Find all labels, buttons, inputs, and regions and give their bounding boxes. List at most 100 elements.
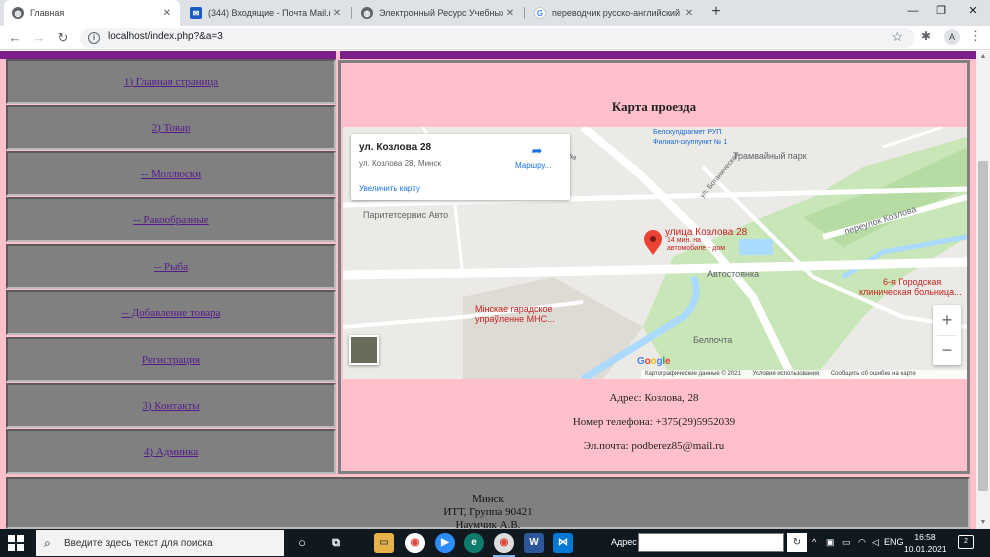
nav-link[interactable]: -- Ракообразные xyxy=(133,214,208,226)
search-icon: ⌕ xyxy=(44,536,51,550)
tab-title: Электронный Ресурс Учебных Д xyxy=(379,8,503,18)
zoom-in-button[interactable]: + xyxy=(933,305,961,335)
browser-menu-icon[interactable]: ⋮ xyxy=(969,28,982,44)
url-text[interactable]: localhost/index.php?&a=3 xyxy=(108,31,223,42)
enlarge-map-link[interactable]: Увеличить карту xyxy=(359,184,420,193)
tab-translator[interactable]: G переводчик русско-английский ✕ xyxy=(526,0,702,26)
forward-arrow-icon[interactable]: → xyxy=(30,29,48,47)
close-tab-icon[interactable]: ✕ xyxy=(682,8,696,19)
nav-item-contacts[interactable]: 3) Контакты xyxy=(6,383,336,428)
info-icon[interactable]: i xyxy=(88,32,100,44)
nav-link[interactable]: 4) Админка xyxy=(144,446,198,458)
browser-tab-strip: ◍ Главная ✕ ✉ (344) Входящие - Почта Mai… xyxy=(0,0,990,26)
wifi-icon[interactable]: ◠ xyxy=(858,537,866,548)
map-label-tram-park: Трамвайный парк xyxy=(733,151,807,161)
page-viewport: 1) Главная страница 2) Товар -- Моллюски… xyxy=(0,51,976,529)
nav-link[interactable]: -- Моллюски xyxy=(141,168,201,180)
tab-title: переводчик русско-английский xyxy=(552,8,680,18)
clock-date: 10.01.2021 xyxy=(904,544,947,554)
zoom-app-icon[interactable]: ▶ xyxy=(435,533,455,553)
page-top-strip xyxy=(0,51,976,59)
scroll-up-arrow-icon[interactable]: ▲ xyxy=(976,51,990,63)
scroll-down-arrow-icon[interactable]: ▼ xyxy=(976,517,990,529)
reload-icon[interactable]: ↻ xyxy=(54,29,72,47)
map-report-link[interactable]: Сообщить об ошибке на карте xyxy=(831,371,916,377)
nav-item-main[interactable]: 1) Главная страница xyxy=(6,59,336,104)
map-label-belkup: Белскупдрагмет РУП xyxy=(653,129,722,136)
satellite-toggle[interactable] xyxy=(349,335,379,365)
map-title: Карта проезда xyxy=(611,99,697,114)
notification-center-icon[interactable]: 2 xyxy=(958,535,974,549)
windows-taskbar: ⌕ Введите здесь текст для поиска ○ ⧉ ▭ ◉… xyxy=(0,529,990,557)
file-explorer-icon[interactable]: ▭ xyxy=(374,533,394,553)
close-tab-icon[interactable]: ✕ xyxy=(503,8,517,19)
nav-item-fish[interactable]: -- Рыба xyxy=(6,244,336,289)
minimize-button[interactable]: — xyxy=(898,0,928,22)
scroll-thumb[interactable] xyxy=(978,161,988,491)
tab-resource[interactable]: ◍ Электронный Ресурс Учебных Д ✕ xyxy=(353,0,523,26)
close-tab-icon[interactable]: ✕ xyxy=(330,8,344,19)
task-view-icon[interactable]: ⧉ xyxy=(326,533,346,553)
tray-app-icon[interactable]: ▣ xyxy=(826,537,835,548)
volume-icon[interactable]: ◁ xyxy=(872,537,879,548)
restore-button[interactable]: ❐ xyxy=(926,0,956,22)
map-label-paritet: Паритетсервис Авто xyxy=(363,210,449,220)
taskbar-clock[interactable]: 16:58 10.01.2021 xyxy=(904,531,947,555)
language-indicator[interactable]: ENG xyxy=(884,537,904,547)
map-label-filial: Филиал-скуппункт № 1 xyxy=(653,139,728,146)
taskbar-search[interactable]: ⌕ Введите здесь текст для поиска xyxy=(36,530,284,556)
bookmark-star-icon[interactable]: ☆ xyxy=(891,29,903,45)
directions-icon[interactable]: ➦ xyxy=(529,143,545,159)
chrome-icon[interactable]: ◉ xyxy=(405,533,425,553)
close-window-button[interactable]: ✕ xyxy=(958,0,988,22)
mail-icon: ✉ xyxy=(190,7,202,19)
tab-mail[interactable]: ✉ (344) Входящие - Почта Mail.ru ✕ xyxy=(182,0,350,26)
directions-link[interactable]: Маршру... xyxy=(515,161,551,170)
nav-item-mollusks[interactable]: -- Моллюски xyxy=(6,151,336,196)
nav-link[interactable]: Регистрация xyxy=(142,354,200,366)
new-tab-button[interactable]: + xyxy=(707,3,725,21)
word-icon[interactable]: W xyxy=(524,533,544,553)
nav-link[interactable]: 3) Контакты xyxy=(142,400,199,412)
profile-avatar[interactable]: A xyxy=(944,29,960,45)
contacts-content-frame: Карта проезда Белскупдрагмет РУП Филиал-… xyxy=(338,60,970,474)
nav-item-add-goods[interactable]: -- Добавление товара xyxy=(6,290,336,335)
zoom-out-button[interactable]: − xyxy=(933,335,961,365)
nav-link[interactable]: -- Добавление товара xyxy=(122,307,221,319)
contact-address: Адрес: Козлова, 28 xyxy=(609,392,699,404)
map-label-mns-1: Мінскае гарадское xyxy=(475,304,553,314)
vscode-icon[interactable]: ⋈ xyxy=(553,533,573,553)
nav-item-crustaceans[interactable]: -- Ракообразные xyxy=(6,197,336,242)
extensions-puzzle-icon[interactable]: ✱ xyxy=(921,29,931,43)
windows-start-icon[interactable] xyxy=(8,535,24,551)
nav-link[interactable]: 2) Товар xyxy=(152,122,191,134)
map-label-belpochta: Белпочта xyxy=(693,335,733,345)
close-tab-icon[interactable]: ✕ xyxy=(160,8,174,19)
nav-link[interactable]: -- Рыба xyxy=(154,261,188,273)
map-label-hospital-2: клиническая больница... xyxy=(859,287,962,297)
place-address: ул. Козлова 28, Минск xyxy=(359,159,441,168)
nav-item-goods[interactable]: 2) Товар xyxy=(6,105,336,150)
footer-author: Наумчик А.В. xyxy=(455,519,521,529)
edge-icon[interactable]: e xyxy=(464,533,484,553)
battery-icon[interactable]: ▭ xyxy=(842,537,851,548)
contact-phone: Номер телефона: +375(29)5952039 xyxy=(572,416,736,428)
nav-link[interactable]: 1) Главная страница xyxy=(124,76,218,88)
map-terms-link[interactable]: Условия использования xyxy=(753,371,820,377)
globe-icon: ◍ xyxy=(361,7,373,19)
nav-item-admin[interactable]: 4) Админка xyxy=(6,429,336,474)
place-info-card: ул. Козлова 28 ул. Козлова 28, Минск Уве… xyxy=(351,134,570,200)
taskbar-address-input[interactable] xyxy=(638,533,784,552)
address-bar[interactable]: i localhost/index.php?&a=3 ☆ xyxy=(80,28,915,48)
cortana-icon[interactable]: ○ xyxy=(292,533,312,553)
back-arrow-icon[interactable]: ← xyxy=(6,29,24,47)
map-data-credit: Картографические данные © 2021 xyxy=(645,371,741,377)
tab-separator xyxy=(351,7,352,19)
nav-item-registration[interactable]: Регистрация xyxy=(6,337,336,382)
tab-glavnaya[interactable]: ◍ Главная ✕ xyxy=(4,0,180,26)
tray-chevron-icon[interactable]: ^ xyxy=(812,537,816,547)
chrome-profile-icon[interactable]: ◉ xyxy=(494,533,514,553)
embedded-google-map[interactable]: Белскупдрагмет РУП Филиал-скуппункт № 1 … xyxy=(343,127,967,379)
taskbar-address-go-icon[interactable]: ↻ xyxy=(787,533,807,552)
page-scrollbar[interactable]: ▲ ▼ xyxy=(976,51,990,529)
